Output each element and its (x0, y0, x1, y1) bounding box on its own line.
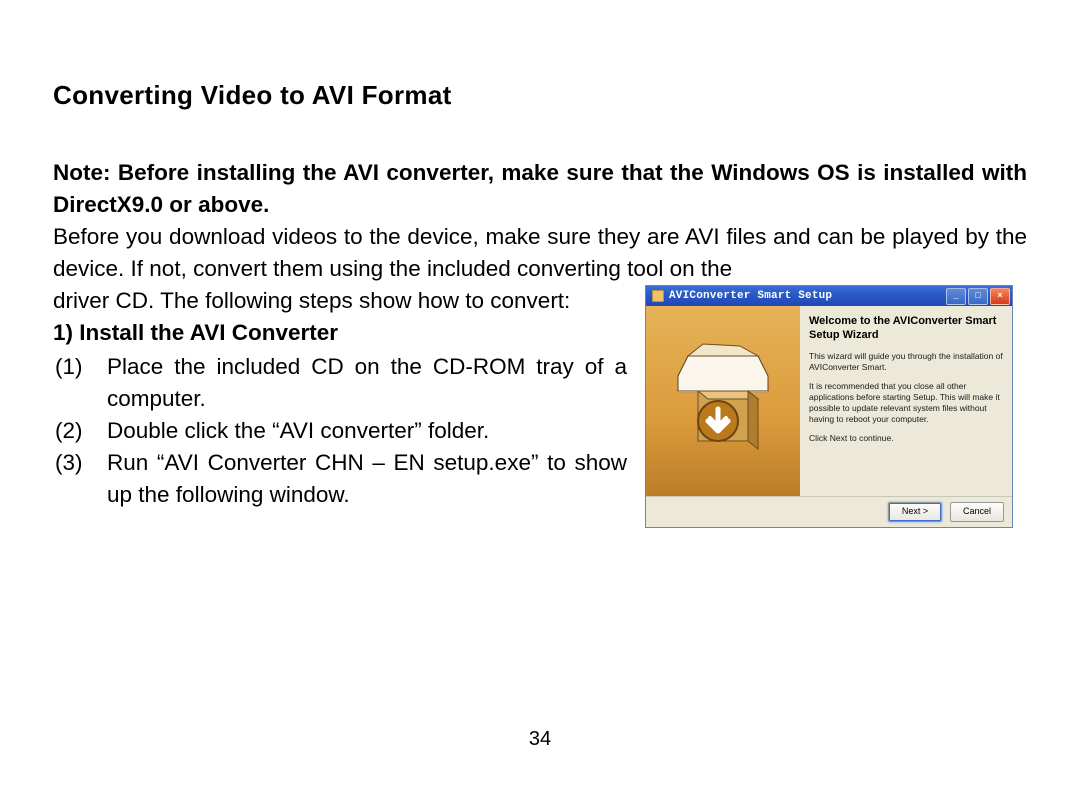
wizard-paragraph-1: This wizard will guide you through the i… (809, 351, 1003, 373)
installer-window: AVIConverter Smart Setup _ □ × (645, 285, 1013, 528)
section-heading: 1) Install the AVI Converter (53, 317, 627, 349)
document-page: Converting Video to AVI Format Note: Bef… (0, 0, 1080, 791)
step-list: (1) Place the included CD on the CD-ROM … (53, 351, 627, 511)
list-item: (2) Double click the “AVI converter” fol… (53, 415, 627, 447)
step-text: Run “AVI Converter CHN – EN setup.exe” t… (107, 447, 627, 511)
close-button[interactable]: × (990, 288, 1010, 305)
wizard-paragraph-3: Click Next to continue. (809, 433, 1003, 444)
next-button[interactable]: Next > (888, 502, 942, 522)
step-text: Place the included CD on the CD-ROM tray… (107, 351, 627, 415)
step-number: (2) (53, 415, 107, 447)
wizard-heading: Welcome to the AVIConverter Smart Setup … (809, 314, 1003, 342)
intro-paragraph: Before you download videos to the device… (53, 221, 1027, 285)
wizard-button-bar: Next > Cancel (646, 496, 1012, 527)
wizard-text-panel: Welcome to the AVIConverter Smart Setup … (800, 306, 1012, 496)
app-icon (652, 290, 664, 302)
left-column: driver CD. The following steps show how … (53, 285, 627, 511)
wizard-art (646, 306, 800, 496)
window-controls: _ □ × (946, 288, 1010, 305)
minimize-button[interactable]: _ (946, 288, 966, 305)
step-text: Double click the “AVI converter” folder. (107, 415, 627, 447)
titlebar: AVIConverter Smart Setup _ □ × (646, 286, 1012, 306)
list-item: (1) Place the included CD on the CD-ROM … (53, 351, 627, 415)
wizard-panel: Welcome to the AVIConverter Smart Setup … (646, 306, 1012, 496)
intro-tail: driver CD. The following steps show how … (53, 285, 627, 317)
cancel-button[interactable]: Cancel (950, 502, 1004, 522)
page-title: Converting Video to AVI Format (53, 80, 1027, 111)
maximize-button[interactable]: □ (968, 288, 988, 305)
content-row: driver CD. The following steps show how … (53, 285, 1027, 528)
page-number: 34 (0, 728, 1080, 751)
step-number: (3) (53, 447, 107, 511)
note-paragraph: Note: Before installing the AVI converte… (53, 157, 1027, 221)
list-item: (3) Run “AVI Converter CHN – EN setup.ex… (53, 447, 627, 511)
body-text: Note: Before installing the AVI converte… (53, 157, 1027, 528)
wizard-paragraph-2: It is recommended that you close all oth… (809, 381, 1003, 425)
step-number: (1) (53, 351, 107, 415)
box-icon (668, 336, 778, 466)
